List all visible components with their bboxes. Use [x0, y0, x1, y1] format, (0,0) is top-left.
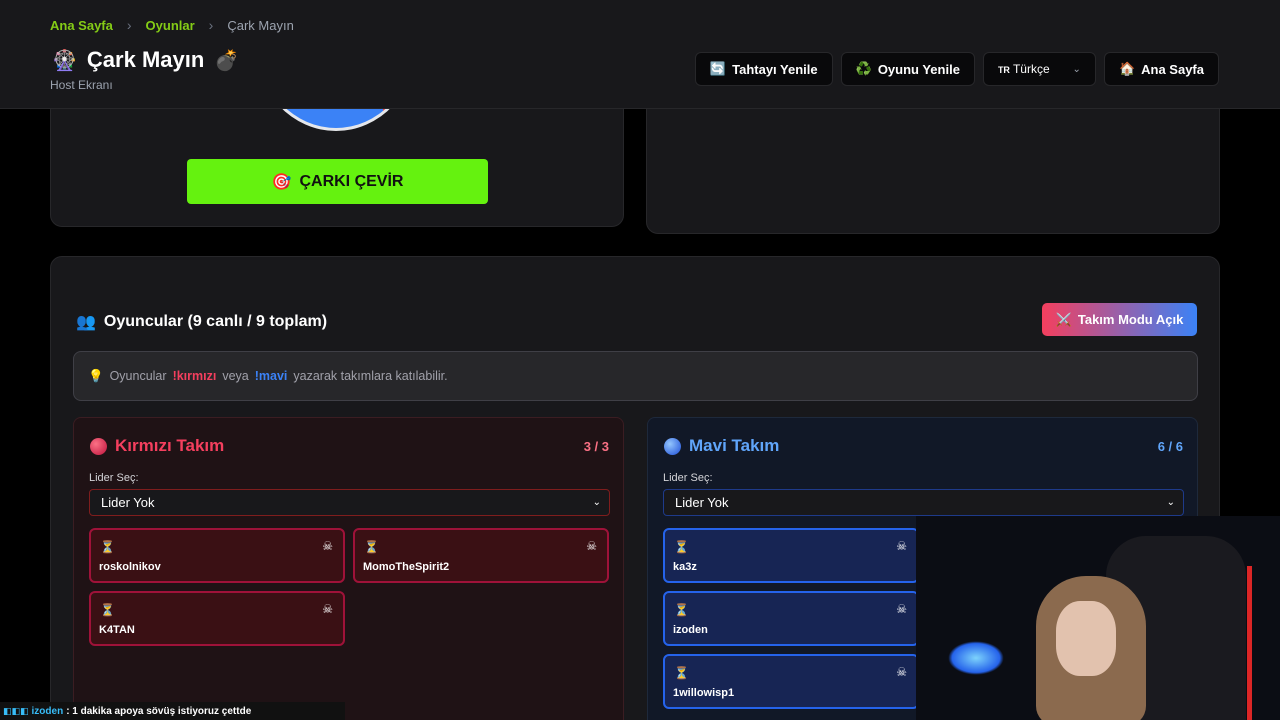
- users-icon: 👥: [76, 314, 96, 331]
- target-icon: 🎯: [271, 173, 292, 191]
- recycle-icon: ♻️: [855, 61, 872, 76]
- chevron-down-icon: ⌄: [1166, 497, 1175, 508]
- chat-username: izoden: [31, 705, 64, 717]
- refresh-board-button[interactable]: 🔄 Tahtayı Yenile: [694, 52, 833, 86]
- chevron-right-icon: ›: [126, 17, 132, 33]
- breadcrumb-current: Çark Mayın: [227, 17, 294, 33]
- red-light-graphic: [1247, 566, 1252, 720]
- blue-leader-select[interactable]: Lider Yok ⌄: [663, 489, 1184, 516]
- blue-team-count: 6 / 6: [1157, 439, 1183, 454]
- restart-game-label: Oyunu Yenile: [877, 61, 960, 77]
- refresh-icon: 🔄: [709, 61, 727, 76]
- board-panel: [646, 90, 1220, 234]
- webcam-overlay: [916, 516, 1280, 720]
- refresh-board-label: Tahtayı Yenile: [732, 61, 818, 77]
- player-name: K4TAN: [99, 624, 135, 636]
- kick-icon[interactable]: ☠: [896, 539, 907, 553]
- chat-ticker: ◧◧◧ izoden : 1 dakika apoya sövüş istiyo…: [0, 702, 345, 720]
- player-card[interactable]: ⏳ ☠ K4TAN: [89, 591, 345, 646]
- team-mode-label: Takım Modu Açık: [1077, 312, 1184, 327]
- player-card[interactable]: ⏳ ☠ izoden: [663, 591, 919, 646]
- chevron-right-icon: ›: [208, 17, 214, 33]
- kick-icon[interactable]: ☠: [896, 665, 907, 679]
- players-heading: 👥 Oyuncular (9 canlı / 9 toplam): [76, 312, 327, 332]
- house-icon: 🏠: [1118, 61, 1136, 76]
- blue-leader-value: Lider Yok: [675, 495, 729, 510]
- join-hint: 💡 Oyuncular !kırmızı veya !mavi yazarak …: [73, 351, 1198, 401]
- blue-leader-label: Lider Seç:: [663, 472, 713, 484]
- chat-badges-icon: ◧◧◧: [3, 705, 29, 716]
- hourglass-icon: ⏳: [100, 540, 115, 554]
- kick-icon[interactable]: ☠: [322, 602, 333, 616]
- restart-game-button[interactable]: ♻️ Oyunu Yenile: [840, 52, 975, 86]
- red-team-count: 3 / 3: [583, 439, 609, 454]
- hourglass-icon: ⏳: [674, 603, 689, 617]
- red-team-header: Kırmızı Takım: [90, 436, 224, 456]
- team-mode-toggle[interactable]: ⚔️ Takım Modu Açık: [1042, 303, 1197, 336]
- blue-team-name: Mavi Takım: [689, 436, 780, 455]
- player-name: MomoTheSpirit2: [363, 561, 450, 573]
- breadcrumb-games-link[interactable]: Oyunlar: [146, 18, 195, 33]
- page-subtitle: Host Ekranı: [50, 78, 113, 92]
- hint-red-command: !kırmızı: [172, 369, 217, 383]
- blue-team-header: Mavi Takım: [664, 436, 779, 456]
- top-header: Ana Sayfa › Oyunlar › Çark Mayın 🎡 Çark …: [0, 0, 1280, 109]
- hint-prefix: Oyuncular: [109, 369, 167, 383]
- header-actions: 🔄 Tahtayı Yenile ♻️ Oyunu Yenile TR Türkç…: [694, 52, 1219, 86]
- home-label: Ana Sayfa: [1141, 61, 1204, 77]
- player-name: 1willowisp1: [673, 687, 735, 699]
- page-title-row: 🎡 Çark Mayın 💣: [52, 47, 239, 73]
- player-card[interactable]: ⏳ ☠ ka3z: [663, 528, 919, 583]
- red-leader-select[interactable]: Lider Yok ⌄: [89, 489, 610, 516]
- chevron-down-icon: ⌄: [1072, 63, 1081, 75]
- red-leader-label: Lider Seç:: [89, 472, 139, 484]
- hourglass-icon: ⏳: [100, 603, 115, 617]
- red-leader-value: Lider Yok: [101, 495, 155, 510]
- wheel-panel: 🎯 ÇARKI ÇEVİR: [50, 90, 624, 227]
- hourglass-icon: ⏳: [364, 540, 379, 554]
- lamp-glow-graphic: [948, 641, 1004, 675]
- breadcrumb: Ana Sayfa › Oyunlar › Çark Mayın: [50, 17, 294, 33]
- language-select[interactable]: TR Türkçe ⌄: [982, 52, 1096, 86]
- player-card[interactable]: ⏳ ☠ MomoTheSpirit2: [353, 528, 609, 583]
- hourglass-icon: ⏳: [674, 666, 689, 680]
- hint-mid: veya: [222, 369, 249, 383]
- home-button[interactable]: 🏠 Ana Sayfa: [1103, 52, 1219, 86]
- swords-icon: ⚔️: [1055, 311, 1072, 327]
- kick-icon[interactable]: ☠: [896, 602, 907, 616]
- hint-blue-command: !mavi: [254, 369, 288, 383]
- chevron-down-icon: ⌄: [592, 497, 601, 508]
- player-name: izoden: [673, 624, 708, 636]
- blue-circle-icon: [664, 437, 681, 455]
- page-title: Çark Mayın: [86, 47, 205, 72]
- player-name: ka3z: [673, 561, 697, 573]
- players-title: Oyuncular (9 canlı / 9 toplam): [103, 313, 328, 330]
- flag-icon: TR: [997, 65, 1010, 75]
- player-name: roskolnikov: [99, 561, 161, 573]
- red-team-panel: Kırmızı Takım 3 / 3 Lider Seç: Lider Yok…: [73, 417, 624, 720]
- language-label: Türkçe: [1012, 62, 1050, 76]
- hourglass-icon: ⏳: [674, 540, 689, 554]
- red-circle-icon: [90, 437, 107, 455]
- lightbulb-icon: 💡: [88, 368, 104, 383]
- breadcrumb-home-link[interactable]: Ana Sayfa: [50, 18, 113, 33]
- chat-message: : 1 dakika apoya sövüş istiyoruz çettde: [66, 705, 252, 717]
- bomb-icon: 💣: [214, 49, 240, 72]
- red-team-name: Kırmızı Takım: [115, 436, 225, 455]
- player-card[interactable]: ⏳ ☠ roskolnikov: [89, 528, 345, 583]
- kick-icon[interactable]: ☠: [586, 539, 597, 553]
- kick-icon[interactable]: ☠: [322, 539, 333, 553]
- streamer-face-graphic: [1056, 601, 1116, 676]
- spin-wheel-button[interactable]: 🎯 ÇARKI ÇEVİR: [187, 159, 488, 204]
- wheel-icon: 🎡: [52, 49, 77, 72]
- spin-wheel-label: ÇARKI ÇEVİR: [299, 172, 404, 190]
- hint-suffix: yazarak takımlara katılabilir.: [293, 369, 448, 383]
- player-card[interactable]: ⏳ ☠ 1willowisp1: [663, 654, 919, 709]
